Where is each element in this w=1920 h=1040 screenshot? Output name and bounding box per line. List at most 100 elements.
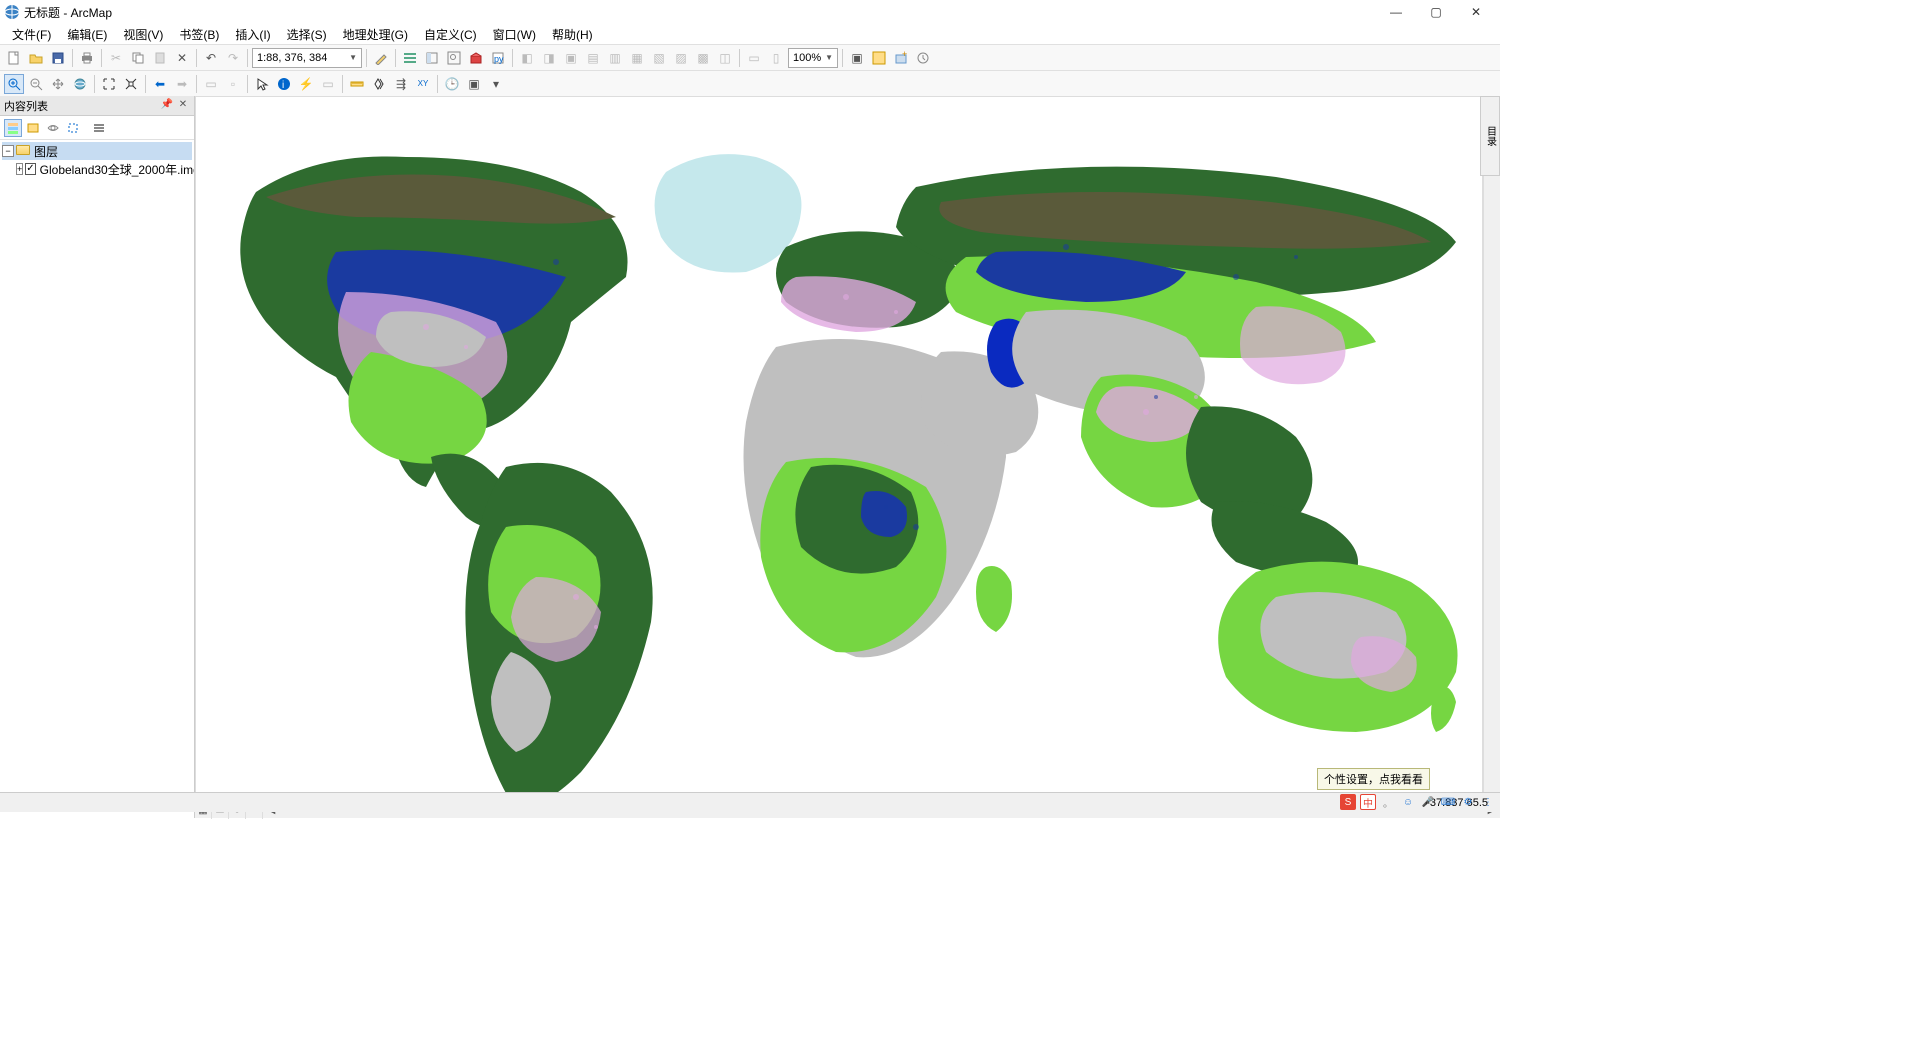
find-button[interactable] bbox=[369, 74, 389, 94]
ime-smiley-icon[interactable]: ☺ bbox=[1400, 794, 1416, 810]
tool7-button[interactable]: ▨ bbox=[671, 48, 691, 68]
layer-visibility-checkbox[interactable]: ✓ bbox=[25, 163, 35, 175]
undo-button[interactable]: ↶ bbox=[201, 48, 221, 68]
dataframe-icon bbox=[16, 145, 30, 157]
pin-icon[interactable]: 📌 bbox=[160, 99, 174, 113]
scale-combo[interactable]: 1:88, 376, 384▼ bbox=[252, 48, 362, 68]
find-route-button[interactable]: ⇶ bbox=[391, 74, 411, 94]
toolbar-standard: ✂ ✕ ↶ ↷ 1:88, 376, 384▼ py ◧ ◨ ▣ ▤ ▥ ▦ ▧… bbox=[0, 44, 1500, 70]
tree-root-layers[interactable]: − 图层 bbox=[2, 142, 192, 160]
fixed-zoom-out-button[interactable] bbox=[121, 74, 141, 94]
ime-more-icon[interactable]: ⋮ bbox=[1480, 794, 1496, 810]
viewer-dropdown-button[interactable]: ▾ bbox=[486, 74, 506, 94]
delete-button[interactable]: ✕ bbox=[172, 48, 192, 68]
redo-button[interactable]: ↷ bbox=[223, 48, 243, 68]
vertical-scrollbar[interactable]: ▲ bbox=[1483, 96, 1500, 801]
tool1-button[interactable]: ◨ bbox=[539, 48, 559, 68]
measure-button[interactable] bbox=[347, 74, 367, 94]
paste-button[interactable] bbox=[150, 48, 170, 68]
catalog-side-tab[interactable]: 目录 bbox=[1480, 96, 1500, 176]
list-by-selection-button[interactable] bbox=[64, 119, 82, 137]
toc-options-button[interactable] bbox=[90, 119, 108, 137]
select-features-button[interactable]: ▭ bbox=[201, 74, 221, 94]
menu-edit[interactable]: 编辑(E) bbox=[59, 24, 115, 45]
editor-toolbar-button[interactable] bbox=[371, 48, 391, 68]
map-canvas[interactable] bbox=[195, 96, 1483, 801]
map-svg bbox=[196, 97, 1466, 797]
prev-extent-button[interactable]: ⬅ bbox=[150, 74, 170, 94]
save-button[interactable] bbox=[48, 48, 68, 68]
close-button[interactable]: ✕ bbox=[1456, 0, 1496, 24]
close-icon[interactable]: ✕ bbox=[176, 99, 190, 113]
menu-customize[interactable]: 自定义(C) bbox=[416, 24, 485, 45]
html-popup-button[interactable]: ▭ bbox=[318, 74, 338, 94]
catalog-button[interactable] bbox=[422, 48, 442, 68]
list-by-source-button[interactable] bbox=[24, 119, 42, 137]
cut-button[interactable]: ✂ bbox=[106, 48, 126, 68]
hyperlink-button[interactable]: ⚡ bbox=[296, 74, 316, 94]
data-frame-tools-button[interactable]: ▣ bbox=[847, 48, 867, 68]
new-button[interactable] bbox=[4, 48, 24, 68]
ime-lang-icon[interactable]: 中 bbox=[1360, 794, 1376, 810]
menu-help[interactable]: 帮助(H) bbox=[544, 24, 601, 45]
maximize-button[interactable]: ▢ bbox=[1416, 0, 1456, 24]
ime-mic-icon[interactable]: 🎤 bbox=[1420, 794, 1436, 810]
layout-zoom-value: 100% bbox=[793, 52, 821, 64]
print-button[interactable] bbox=[77, 48, 97, 68]
sogou-ime-icon[interactable]: S bbox=[1340, 794, 1356, 810]
tree-layer-globeland30[interactable]: + ✓ Globeland30全球_2000年.img bbox=[2, 160, 192, 178]
zoom-out-button[interactable] bbox=[26, 74, 46, 94]
tree-layer-label: Globeland30全球_2000年.img bbox=[38, 161, 194, 178]
search-window-button[interactable] bbox=[444, 48, 464, 68]
copy-button[interactable] bbox=[128, 48, 148, 68]
model-builder-button[interactable]: ◧ bbox=[517, 48, 537, 68]
toc-title: 内容列表 bbox=[4, 98, 48, 114]
menu-window[interactable]: 窗口(W) bbox=[485, 24, 544, 45]
python-button[interactable]: py bbox=[488, 48, 508, 68]
tool2-button[interactable]: ▣ bbox=[561, 48, 581, 68]
clear-selection-button[interactable]: ▫ bbox=[223, 74, 243, 94]
toc-header: 内容列表 📌 ✕ bbox=[0, 96, 194, 116]
ime-punct-icon[interactable]: 。 bbox=[1380, 794, 1396, 810]
select-elements-button[interactable] bbox=[252, 74, 272, 94]
list-by-visibility-button[interactable] bbox=[44, 119, 62, 137]
open-button[interactable] bbox=[26, 48, 46, 68]
tool4-button[interactable]: ▥ bbox=[605, 48, 625, 68]
time-button[interactable]: 🕒 bbox=[442, 74, 462, 94]
menu-file[interactable]: 文件(F) bbox=[4, 24, 59, 45]
expand-icon[interactable]: + bbox=[16, 163, 23, 175]
arctoolbox-button[interactable] bbox=[466, 48, 486, 68]
list-by-drawing-order-button[interactable] bbox=[4, 119, 22, 137]
tool5-button[interactable]: ▦ bbox=[627, 48, 647, 68]
fixed-zoom-in-button[interactable] bbox=[99, 74, 119, 94]
toc-tree[interactable]: − 图层 + ✓ Globeland30全球_2000年.img bbox=[0, 140, 194, 818]
add-data-button[interactable]: + bbox=[891, 48, 911, 68]
toc-button[interactable] bbox=[400, 48, 420, 68]
ime-settings-icon[interactable]: ⚙ bbox=[1460, 794, 1476, 810]
layout-zoom-combo[interactable]: 100%▼ bbox=[788, 48, 838, 68]
georef-button[interactable] bbox=[869, 48, 889, 68]
time-slider-button[interactable] bbox=[913, 48, 933, 68]
create-viewer-button[interactable]: ▣ bbox=[464, 74, 484, 94]
minimize-button[interactable]: — bbox=[1376, 0, 1416, 24]
tool3-button[interactable]: ▤ bbox=[583, 48, 603, 68]
zoom-in-button[interactable] bbox=[4, 74, 24, 94]
menu-select[interactable]: 选择(S) bbox=[279, 24, 335, 45]
tool10-button[interactable]: ▭ bbox=[744, 48, 764, 68]
goto-xy-button[interactable]: XY bbox=[413, 74, 433, 94]
statusbar: -37.837 65.5 bbox=[0, 792, 1500, 812]
tool6-button[interactable]: ▧ bbox=[649, 48, 669, 68]
collapse-icon[interactable]: − bbox=[2, 145, 14, 157]
menu-insert[interactable]: 插入(I) bbox=[227, 24, 278, 45]
tool9-button[interactable]: ◫ bbox=[715, 48, 735, 68]
ime-keyboard-icon[interactable]: ⌨ bbox=[1440, 794, 1456, 810]
tool11-button[interactable]: ▯ bbox=[766, 48, 786, 68]
pan-button[interactable] bbox=[48, 74, 68, 94]
full-extent-button[interactable] bbox=[70, 74, 90, 94]
menu-geoprocessing[interactable]: 地理处理(G) bbox=[335, 24, 416, 45]
menu-view[interactable]: 视图(V) bbox=[115, 24, 171, 45]
tool8-button[interactable]: ▩ bbox=[693, 48, 713, 68]
next-extent-button[interactable]: ➡ bbox=[172, 74, 192, 94]
menu-bookmark[interactable]: 书签(B) bbox=[171, 24, 227, 45]
identify-button[interactable]: i bbox=[274, 74, 294, 94]
